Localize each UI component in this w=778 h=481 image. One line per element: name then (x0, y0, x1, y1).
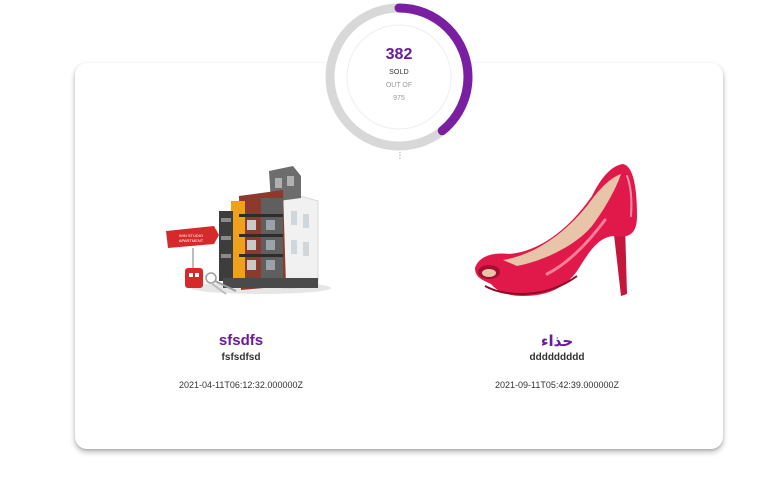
sold-label: SOLD (389, 69, 409, 76)
more-options-icon[interactable]: ⋮ (396, 152, 404, 160)
total-count: 975 (393, 95, 405, 102)
red-high-heel-shoe-image[interactable] (427, 156, 687, 301)
apartment-building-image[interactable]: WIN STUDIO APARTMENT (111, 156, 371, 301)
building-illustration: WIN STUDIO APARTMENT (166, 166, 331, 295)
svg-text:APARTMENT: APARTMENT (179, 238, 204, 243)
product-item[interactable]: WIN STUDIO APARTMENT sfsdfs fsfsdfsd 202… (111, 156, 371, 390)
shoe-illustration (475, 164, 637, 296)
page: 382 SOLD OUT OF 975 ⋮ WIN STUDIO APARTME… (0, 0, 778, 481)
product-description: fsfsdfsd (221, 352, 261, 363)
gauge-ring (325, 3, 473, 151)
product-description: ddddddddd (529, 352, 585, 363)
out-of-label: OUT OF (385, 82, 413, 89)
product-date: 2021-09-11T05:42:39.000000Z (495, 380, 619, 390)
product-name[interactable]: حذاء (427, 332, 687, 350)
sold-count: 382 (385, 46, 413, 63)
sold-progress-gauge: 382 SOLD OUT OF 975 (322, 0, 476, 154)
gauge-inner-border (346, 24, 452, 130)
product-date: 2021-04-11T06:12:32.000000Z (179, 380, 303, 390)
product-name[interactable]: sfsdfs (111, 332, 371, 349)
product-item[interactable]: حذاء ddddddddd 2021-09-11T05:42:39.00000… (427, 156, 687, 390)
